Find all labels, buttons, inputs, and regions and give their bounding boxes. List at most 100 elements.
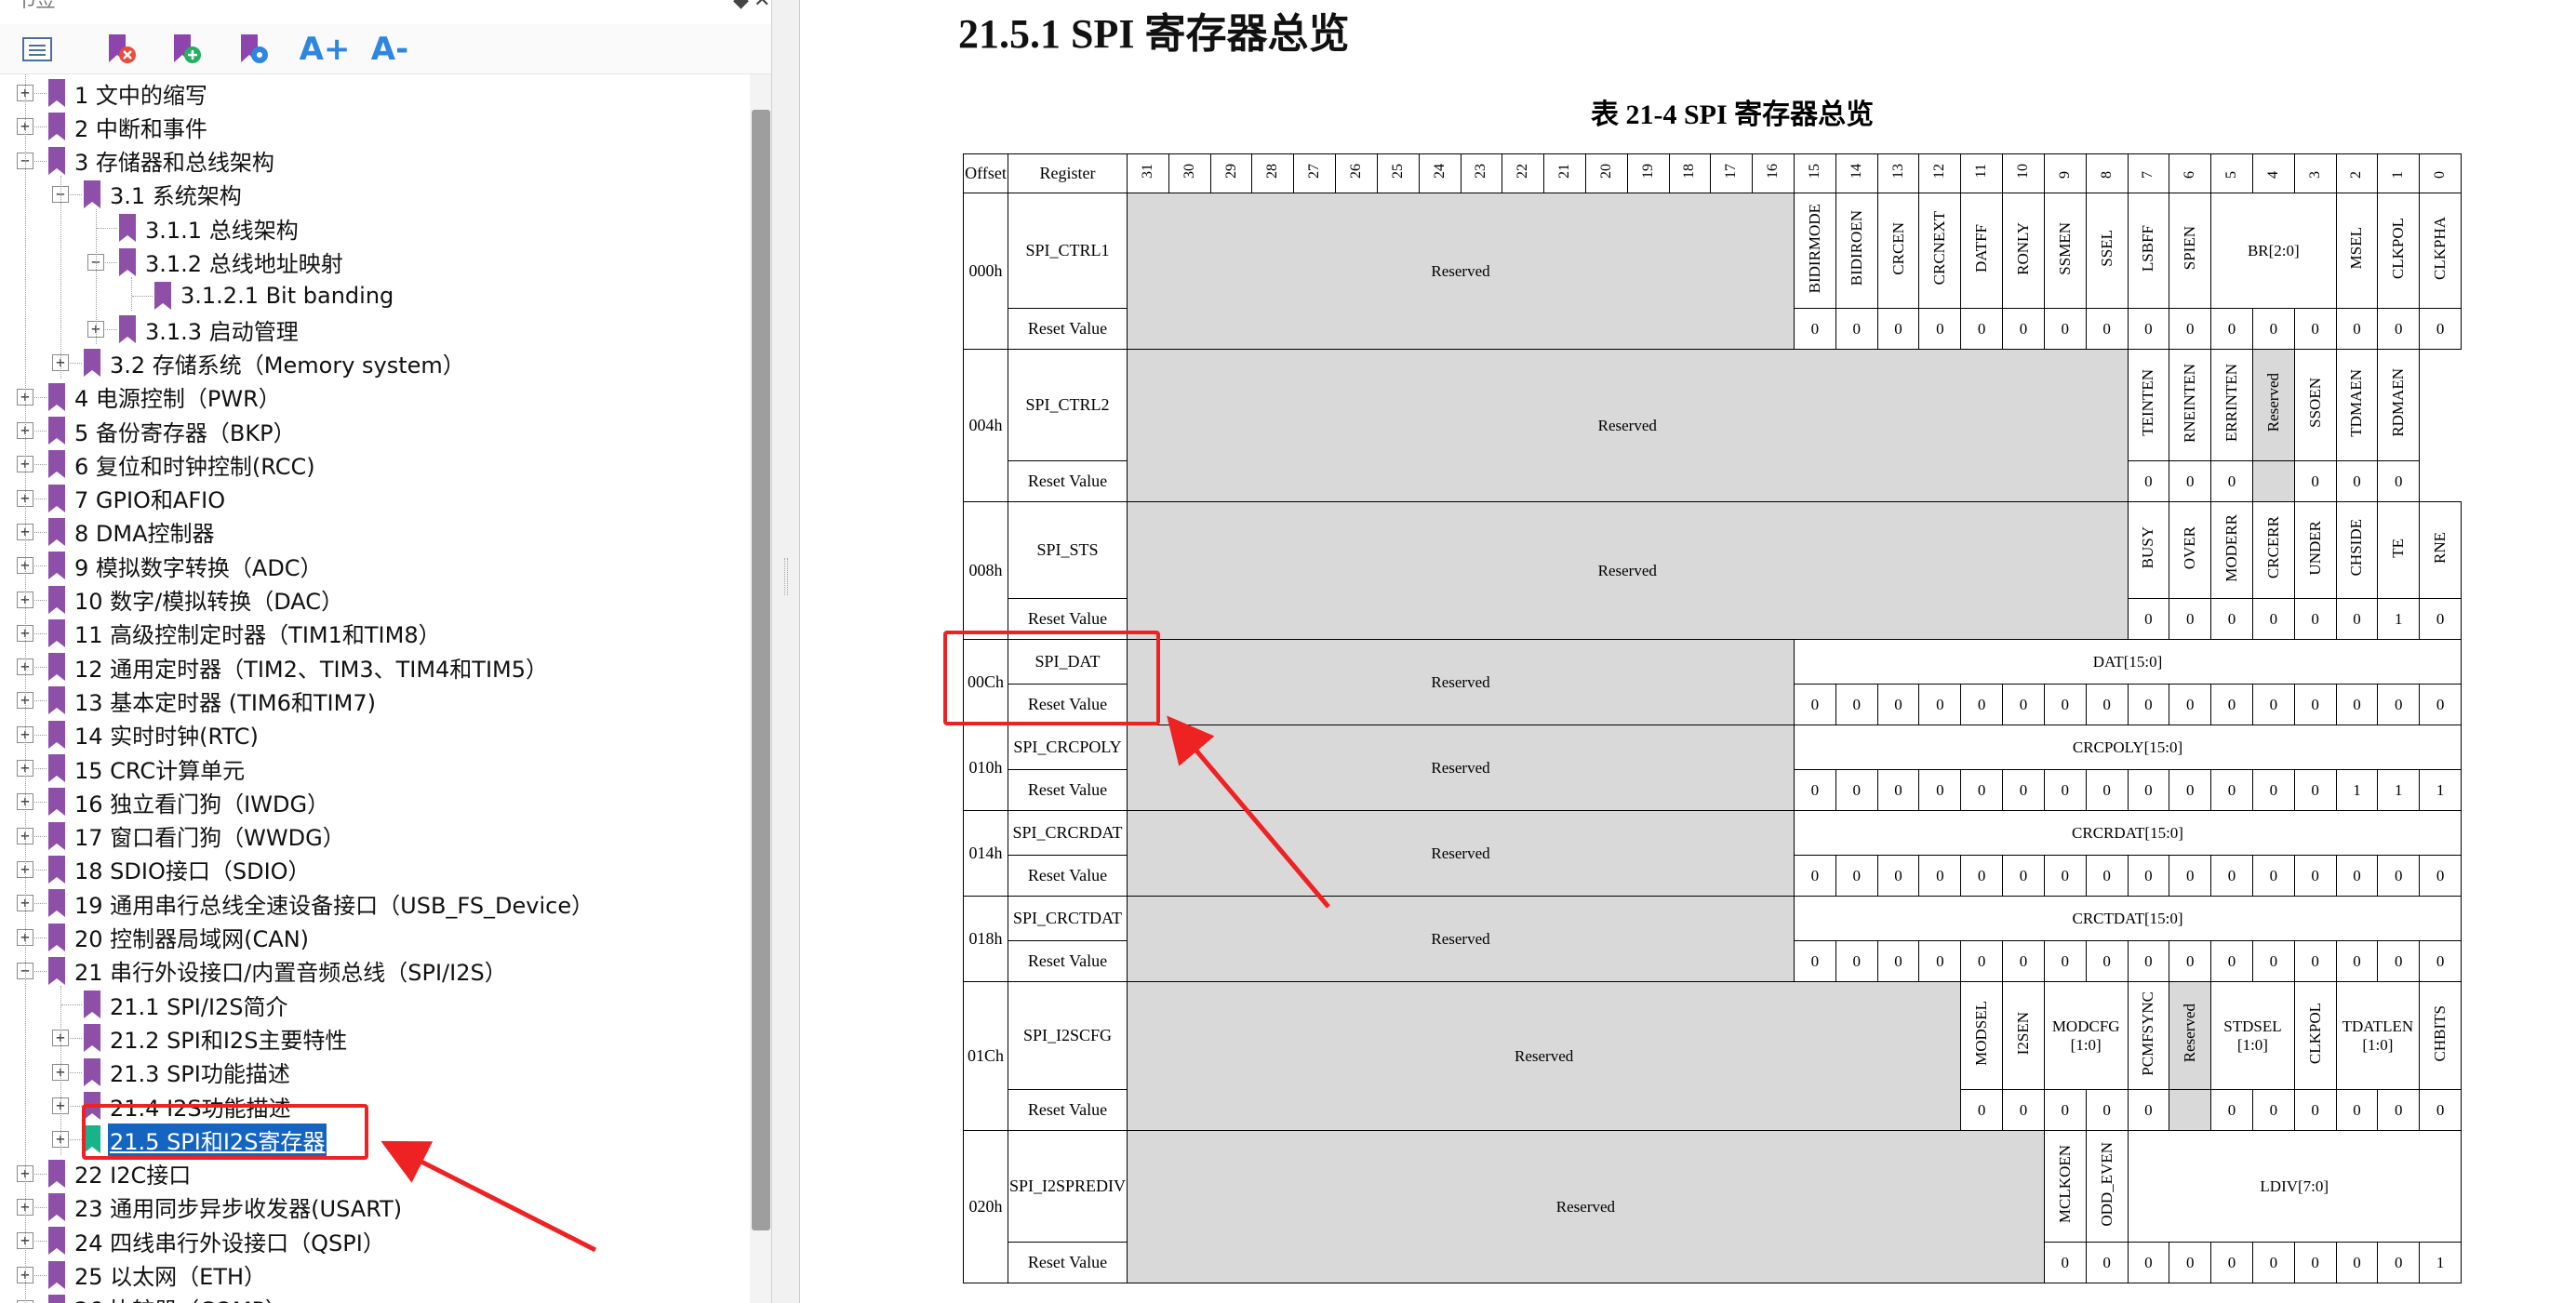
bookmark-item[interactable]: 8 DMA控制器 <box>48 515 217 549</box>
bit-number-header: 12 <box>1918 153 1962 193</box>
bookmark-item[interactable]: 3.1 系统架构 <box>84 178 244 211</box>
register-field: CRCTDAT[15:0] <box>1794 896 2462 941</box>
add-bookmark-icon[interactable] <box>166 29 207 70</box>
bookmark-item[interactable]: 14 实时时钟(RTC) <box>48 718 260 751</box>
bookmark-item[interactable]: 17 窗口看门狗（WWDG） <box>48 819 347 853</box>
bookmark-item[interactable]: 21.1 SPI/I2S简介 <box>84 988 290 1021</box>
field-label: MODERR <box>2222 513 2241 582</box>
reset-bit-value: 0 <box>2210 769 2253 811</box>
increase-font-icon[interactable]: A+ <box>300 29 351 70</box>
bookmark-item[interactable]: 25 以太网（ETH） <box>48 1258 268 1292</box>
reset-bit-value: 0 <box>2210 598 2253 640</box>
bookmark-item[interactable]: 7 GPIO和AFIO <box>48 482 227 515</box>
reset-bit-value: 1 <box>2419 1242 2462 1283</box>
bookmark-icon <box>48 686 65 715</box>
bookmark-item[interactable]: 18 SDIO接口（SDIO） <box>48 853 313 886</box>
bookmark-item[interactable]: 23 通用同步异步收发器(USART) <box>48 1190 404 1224</box>
bookmark-item[interactable]: 11 高级控制定时器（TIM1和TIM8） <box>48 617 443 650</box>
bookmark-label: 21.2 SPI和I2S主要特性 <box>110 1027 348 1054</box>
reset-bit-value: 0 <box>2293 308 2337 350</box>
reset-bit-value: 0 <box>2335 308 2379 350</box>
reset-bit-value: 0 <box>2002 308 2045 350</box>
bookmark-properties-icon[interactable] <box>233 29 274 70</box>
bookmark-item[interactable]: 21.2 SPI和I2S主要特性 <box>84 1021 349 1055</box>
bookmark-item[interactable]: 3 存储器和总线架构 <box>48 144 276 178</box>
register-field: LSBFF <box>2127 193 2170 309</box>
bookmark-item[interactable]: 3.1.2 总线地址映射 <box>119 246 345 279</box>
bookmark-item[interactable]: 4 电源控制（PWR） <box>48 380 283 414</box>
reset-bit-value: 0 <box>2335 1242 2379 1283</box>
bookmark-item[interactable]: 21 串行外设接口/内置音频总线（SPI/I2S） <box>48 954 509 988</box>
bookmark-item[interactable]: 12 通用定时器（TIM2、TIM3、TIM4和TIM5） <box>48 650 550 684</box>
field-label: CLKPOL <box>2389 217 2408 280</box>
pdf-reader-window: 书签 ◆ ✕ A+ A- 1 文中的缩写 +2 中断和事件 +3 存储器和总线架构 −… <box>0 0 2576 1303</box>
bit-number-header: 5 <box>2210 153 2253 193</box>
bookmark-item[interactable]: 22 I2C接口 <box>48 1157 193 1190</box>
bookmark-item[interactable]: 6 复位和时钟控制(RCC) <box>48 447 317 481</box>
bookmark-item[interactable]: 21.3 SPI功能描述 <box>84 1056 292 1089</box>
field-label: BUSY <box>2139 526 2157 569</box>
panel-splitter[interactable] <box>772 0 800 1303</box>
register-field-row: 014h SPI_CRCRDAT Reserved CRCRDAT[15:0] <box>963 810 2462 897</box>
reset-bit-value: 0 <box>2210 684 2253 725</box>
register-field: TDMAEN <box>2335 349 2379 461</box>
reset-bit-value: 0 <box>2251 598 2295 640</box>
bit-number: 14 <box>1848 164 1864 179</box>
reset-bit-value: 0 <box>2377 1242 2421 1283</box>
bookmark-item[interactable]: 10 数字/模拟转换（DAC） <box>48 583 345 617</box>
reset-bit-value: 0 <box>2293 460 2337 502</box>
bookmark-item[interactable]: 3.1.2.1 Bit banding <box>154 279 395 312</box>
register-field-row: 01Ch SPI_I2SCFG Reserved MODSEL I2SEN MODCFG … <box>963 981 2462 1131</box>
register-field: TE <box>2377 501 2421 599</box>
bookmark-label: 5 备份寄存器（BKP） <box>74 419 296 446</box>
bookmark-icon <box>48 450 65 479</box>
bit-number-header: 20 <box>1584 153 1628 193</box>
bookmark-icon <box>48 956 65 985</box>
scrollbar-thumb[interactable] <box>752 110 770 1230</box>
bookmark-item[interactable]: 16 独立看门狗（IWDG） <box>48 785 331 818</box>
offset-cell: 000h <box>963 193 1008 350</box>
field-label: TE <box>2389 538 2408 558</box>
bookmark-item[interactable]: 26 比较器（COMP） <box>48 1292 289 1303</box>
bookmark-item[interactable]: 9 模拟数字转换（ADC） <box>48 549 325 582</box>
bookmark-item[interactable]: 19 通用串行总线全速设备接口（USB_FS_Device） <box>48 886 595 920</box>
bookmark-item[interactable]: 13 基本定时器 (TIM6和TIM7) <box>48 684 378 717</box>
bookmark-item[interactable]: 1 文中的缩写 <box>48 76 209 110</box>
reserved-bit: Reserved <box>2251 349 2295 461</box>
pin-icon[interactable]: ◆ <box>733 0 749 13</box>
bookmark-icon <box>84 349 100 378</box>
bit-number: 10 <box>2014 164 2031 179</box>
register-field: LDIV[7:0] <box>2127 1130 2462 1243</box>
bookmark-item[interactable]: 15 CRC计算单元 <box>48 751 247 785</box>
reset-value-label: Reset Value <box>1008 940 1128 982</box>
reset-bit-value: 0 <box>2085 769 2129 811</box>
reserved-bit: Reserved <box>2169 981 2212 1090</box>
bit-number: 22 <box>1515 164 1531 179</box>
close-icon[interactable]: ✕ <box>754 0 770 13</box>
bookmark-item[interactable]: 24 四线串行外设接口（QSPI） <box>48 1224 387 1257</box>
bookmark-item[interactable]: 3.1.1 总线架构 <box>119 211 300 245</box>
bookmark-item[interactable]: 3.1.3 启动管理 <box>119 312 300 346</box>
bit-number-header: 30 <box>1168 153 1211 193</box>
decrease-font-icon[interactable]: A- <box>365 29 415 70</box>
bit-number-header: 26 <box>1335 153 1378 193</box>
bit-number-header: 14 <box>1835 153 1878 193</box>
splitter-grip[interactable] <box>784 558 788 595</box>
register-field: CRCEN <box>1876 193 1920 309</box>
bookmark-item[interactable]: 3.2 存储系统（Memory system） <box>84 346 467 379</box>
register-name-cell: SPI_CTRL2 <box>1008 349 1128 461</box>
register-field: MODCFG [1:0] <box>2043 981 2129 1090</box>
bit-number-header: 17 <box>1710 153 1754 193</box>
bookmark-icon <box>48 754 65 782</box>
register-field: CLKPOL <box>2293 981 2337 1090</box>
bookmark-icon <box>48 113 65 141</box>
bit-number-header: 3 <box>2293 153 2337 193</box>
delete-bookmark-icon[interactable] <box>100 29 141 70</box>
bookmark-item[interactable]: 20 控制器局域网(CAN) <box>48 921 311 954</box>
bit-number-header: 10 <box>2002 153 2045 193</box>
bookmark-options-icon[interactable] <box>17 29 58 70</box>
bookmark-item[interactable]: 5 备份寄存器（BKP） <box>48 414 298 447</box>
offset-cell: 010h <box>963 725 1008 811</box>
bookmark-item[interactable]: 2 中断和事件 <box>48 110 209 143</box>
bit-number: 28 <box>1264 164 1281 179</box>
